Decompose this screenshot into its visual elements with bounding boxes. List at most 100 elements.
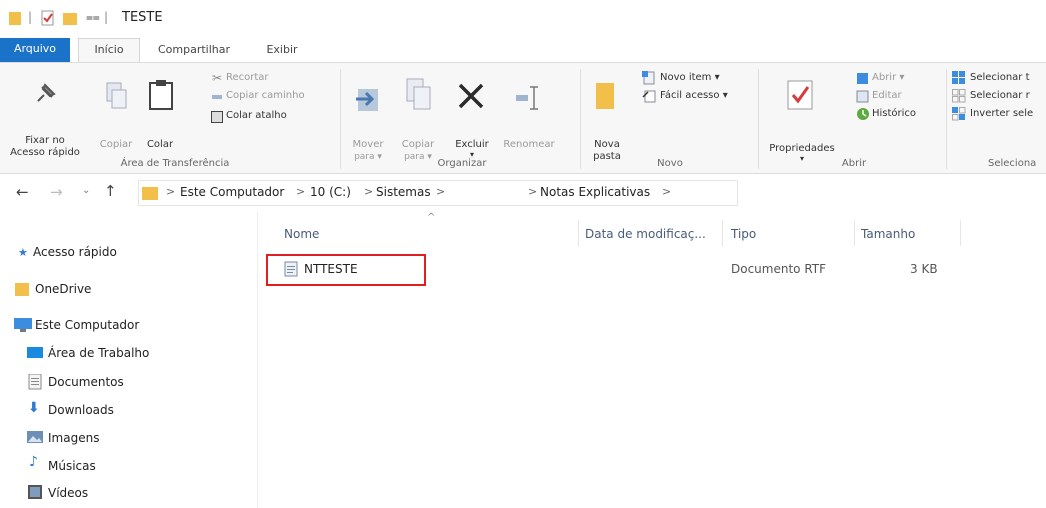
select-none-icon [952, 89, 966, 103]
forward-arrow-icon[interactable]: → [50, 183, 63, 201]
column-separator[interactable] [960, 220, 961, 246]
breadcrumb-drive[interactable]: 10 (C:) [310, 185, 351, 199]
properties-quick-icon[interactable] [40, 10, 56, 26]
cut-icon: ✂ [212, 71, 223, 85]
history-button[interactable]: Histórico [872, 107, 916, 121]
title-bar: | ⩵ | TESTE [0, 0, 1046, 36]
move-to-label-1[interactable]: Mover [350, 139, 386, 151]
ribbon-separator [340, 69, 341, 169]
pane-divider[interactable] [257, 212, 258, 508]
recent-locations-icon[interactable]: ⌄ [82, 185, 90, 196]
column-separator[interactable] [722, 220, 723, 246]
nav-desktop[interactable]: Área de Trabalho [48, 345, 149, 361]
address-row: ← → ⌄ ↑ > Este Computador > 10 (C:) > Si… [0, 174, 1046, 212]
invert-selection-icon [952, 107, 966, 121]
pin-label-1[interactable]: Fixar no [6, 135, 84, 147]
qa-separator: | [28, 10, 33, 24]
pin-icon [37, 83, 56, 102]
nav-downloads[interactable]: Downloads [48, 402, 114, 418]
cut-button[interactable]: Recortar [226, 71, 269, 85]
nav-onedrive[interactable]: OneDrive [35, 281, 91, 297]
tab-file[interactable]: Arquivo [0, 38, 70, 62]
edit-icon [856, 90, 869, 103]
copy-path-button[interactable]: Copiar caminho [226, 89, 305, 103]
new-folder-icon [596, 83, 614, 109]
folder-icon [9, 12, 21, 25]
documents-icon [28, 374, 42, 390]
tab-home[interactable]: Início [78, 38, 140, 62]
nav-videos[interactable]: Vídeos [48, 485, 88, 501]
column-header-type[interactable]: Tipo [731, 227, 756, 241]
paste-button[interactable]: Colar [140, 139, 180, 151]
back-arrow-icon[interactable]: ← [16, 183, 29, 201]
tab-view[interactable]: Exibir [254, 39, 310, 61]
breadcrumb-separator[interactable]: > [662, 185, 671, 198]
breadcrumb-separator[interactable]: > [296, 185, 305, 198]
nav-quick-access[interactable]: Acesso rápido [33, 244, 117, 260]
breadcrumb-notes[interactable]: Notas Explicativas [540, 185, 650, 199]
breadcrumb-systems[interactable]: Sistemas [376, 185, 431, 199]
file-type: Documento RTF [731, 262, 827, 276]
computer-icon [14, 318, 32, 332]
new-group-label: Novo [657, 158, 683, 169]
sort-indicator-icon: ^ [427, 212, 436, 223]
breadcrumb-separator[interactable]: > [166, 185, 175, 198]
open-icon [857, 73, 868, 84]
breadcrumb-this-pc[interactable]: Este Computador [180, 185, 284, 199]
column-header-name[interactable]: Nome [284, 227, 319, 241]
paste-shortcut-button[interactable]: Colar atalho [226, 109, 287, 123]
breadcrumb-separator[interactable]: > [364, 185, 373, 198]
breadcrumb-separator[interactable]: > [528, 185, 537, 198]
edit-button[interactable]: Editar [872, 89, 902, 103]
window-title: TESTE [122, 10, 163, 25]
history-icon [857, 108, 869, 120]
new-item-icon [642, 71, 655, 85]
new-folder-quick-icon[interactable] [62, 10, 78, 26]
copy-button[interactable]: Copiar [96, 139, 136, 151]
desktop-icon [27, 347, 43, 358]
download-arrow-icon: ⬇ [28, 400, 40, 416]
onedrive-folder-icon [15, 283, 29, 296]
copy-path-icon [212, 95, 222, 99]
nav-pictures[interactable]: Imagens [48, 430, 99, 446]
clipboard-group-label: Área de Transferência [120, 158, 230, 169]
select-group-label: Seleciona [988, 158, 1037, 169]
column-header-size[interactable]: Tamanho [861, 227, 915, 241]
new-folder-label-1[interactable]: Nova [590, 139, 624, 151]
copy-to-icon [406, 78, 431, 110]
column-header-modified[interactable]: Data de modificaç... [585, 227, 706, 241]
paste-icon [149, 80, 173, 110]
column-separator[interactable] [578, 220, 579, 246]
ribbon: Fixar no Acesso rápido Copiar Colar ✂ Re… [0, 62, 1046, 174]
pictures-icon [27, 431, 43, 443]
tab-share[interactable]: Compartilhar [152, 39, 236, 61]
open-button[interactable]: Abrir ▾ [872, 71, 904, 85]
folder-icon [142, 187, 158, 200]
paste-shortcut-icon [211, 111, 223, 123]
move-to-icon [356, 89, 378, 111]
nav-music[interactable]: Músicas [48, 458, 96, 474]
select-all-icon [952, 71, 965, 84]
copy-to-label-1[interactable]: Copiar [398, 139, 438, 151]
new-item-button[interactable]: Novo item ▾ [660, 71, 720, 85]
nav-this-pc[interactable]: Este Computador [35, 317, 139, 333]
ribbon-tabs: Arquivo Início Compartilhar Exibir [0, 36, 1046, 62]
breadcrumb-separator[interactable]: > [436, 185, 445, 198]
column-separator[interactable] [854, 220, 855, 246]
title-separator: | [104, 10, 109, 24]
rename-icon [516, 86, 538, 110]
invert-selection-button[interactable]: Inverter sele [970, 107, 1033, 121]
rename-button[interactable]: Renomear [500, 139, 558, 151]
music-note-icon: ♪ [29, 454, 38, 470]
customize-quick-access-icon[interactable]: ⩵ [86, 10, 100, 25]
pin-label-2[interactable]: Acesso rápido [0, 147, 90, 159]
select-none-button[interactable]: Selecionar r [970, 89, 1030, 103]
ribbon-separator [580, 69, 581, 169]
properties-icon [787, 80, 813, 110]
copy-icon [106, 82, 127, 109]
select-all-button[interactable]: Selecionar t [970, 71, 1030, 85]
nav-documents[interactable]: Documentos [48, 374, 124, 390]
videos-icon [28, 485, 42, 499]
easy-access-button[interactable]: Fácil acesso ▾ [660, 89, 728, 103]
up-arrow-icon[interactable]: ↑ [104, 182, 117, 200]
